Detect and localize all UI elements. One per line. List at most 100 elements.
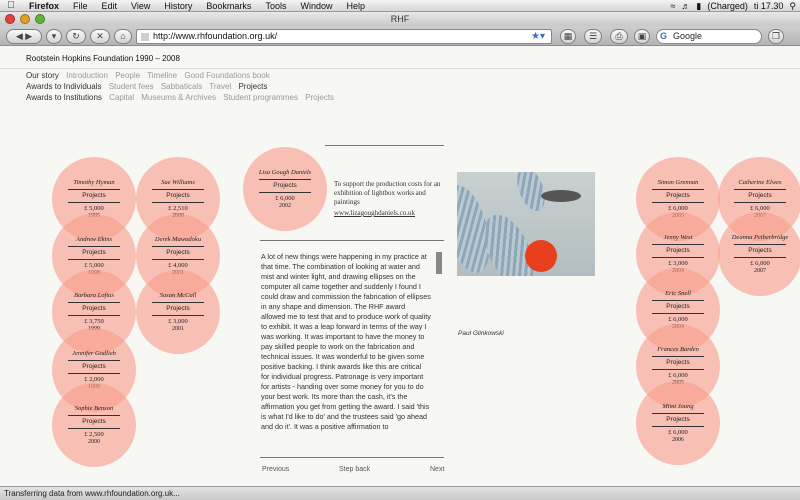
circle-rule	[68, 373, 120, 374]
nav-timeline[interactable]: Timeline	[147, 71, 177, 80]
recipient-name: Catherine Elwes	[738, 179, 782, 186]
award-type: Projects	[166, 192, 190, 199]
recipient-name: Derek Mawudoku	[154, 236, 202, 243]
extension-button-1[interactable]: ▦	[560, 29, 576, 44]
menu-window[interactable]: Window	[293, 1, 339, 11]
circle-rule	[734, 202, 786, 203]
filter-icon: ☰	[588, 31, 598, 41]
menubar-extras: ≈ ♬ ▮ (Charged) ti 17.30 ⚲	[670, 0, 796, 12]
zoom-window-button[interactable]	[35, 14, 45, 24]
circle-rule	[68, 246, 120, 247]
circle-rule	[652, 426, 704, 427]
extension-button-2[interactable]: ☰	[584, 29, 602, 44]
nav-good-foundations-book[interactable]: Good Foundations book	[184, 71, 269, 80]
apple-icon[interactable]: 	[0, 0, 22, 11]
address-bar[interactable]: http://www.rhfoundation.org.uk/ ★▾	[136, 29, 552, 44]
testimonial-text: A lot of new things were happening in my…	[261, 252, 431, 431]
nav-awards-individuals[interactable]: Awards to Individuals	[26, 82, 101, 91]
menu-bookmarks[interactable]: Bookmarks	[199, 1, 258, 11]
circle-rule	[152, 259, 204, 260]
print-button[interactable]: ⎙	[610, 29, 628, 44]
next-link[interactable]: Next	[430, 466, 444, 473]
battery-icon[interactable]: ▮	[696, 1, 701, 12]
nav-student-fees[interactable]: Student fees	[109, 82, 154, 91]
tabs-button[interactable]: ❐	[768, 29, 784, 44]
recipient-name: Simon Grennan	[657, 179, 699, 186]
award-type: Projects	[82, 249, 106, 256]
step-back-link[interactable]: Step back	[339, 466, 370, 473]
award-circle[interactable]: Mimi Joung Projects £ 6,000 2006	[636, 381, 720, 465]
award-circle[interactable]: Susan McCall Projects £ 3,000 2001	[136, 270, 220, 354]
google-icon[interactable]: G	[660, 30, 667, 43]
award-type: Projects	[166, 305, 190, 312]
nav-travel[interactable]: Travel	[209, 82, 231, 91]
award-amount: £ 2,500	[84, 431, 104, 438]
circle-rule	[68, 415, 120, 416]
menu-edit[interactable]: Edit	[95, 1, 125, 11]
circle-rule	[652, 369, 704, 370]
recipient-name: Barbara Loftus	[74, 292, 114, 299]
menu-history[interactable]: History	[157, 1, 199, 11]
award-amount: £ 6,000	[668, 205, 688, 212]
recipient-name: Eric Snell	[665, 290, 691, 297]
award-type: Projects	[82, 305, 106, 312]
artist-website-link[interactable]: www.lizagoughdaniels.co.uk	[334, 209, 415, 217]
spotlight-icon[interactable]: ⚲	[789, 1, 796, 12]
menu-help[interactable]: Help	[339, 1, 372, 11]
previous-link[interactable]: Previous	[262, 466, 289, 473]
nav-institution-projects[interactable]: Projects	[305, 93, 334, 102]
nav-introduction[interactable]: Introduction	[66, 71, 108, 80]
award-amount: £ 6,000	[750, 205, 770, 212]
reload-button[interactable]: ↻	[66, 29, 86, 44]
back-forward-buttons[interactable]: ◀ ▶	[6, 29, 42, 44]
menu-tools[interactable]: Tools	[258, 1, 293, 11]
award-year: 2001	[172, 326, 184, 332]
award-circle[interactable]: Sophie Benson Projects £ 2,500 2000	[52, 383, 136, 467]
circle-rule	[652, 189, 704, 190]
minimize-window-button[interactable]	[20, 14, 30, 24]
circle-rule	[734, 244, 786, 245]
recipient-name: Jenny West	[663, 234, 693, 241]
circle-rule	[68, 302, 120, 303]
stop-button[interactable]: ✕	[90, 29, 110, 44]
nav-capital[interactable]: Capital	[109, 93, 134, 102]
award-circle[interactable]: Deanna Petherbridge Projects £ 6,000 2007	[718, 212, 800, 296]
menu-app[interactable]: Firefox	[22, 1, 66, 11]
header-divider	[0, 68, 800, 69]
battery-status: (Charged)	[707, 1, 748, 11]
nav-museums-archives[interactable]: Museums & Archives	[141, 93, 216, 102]
nav-sabbaticals[interactable]: Sabbaticals	[161, 82, 202, 91]
award-amount: £ 5,000	[84, 262, 104, 269]
forward-icon[interactable]: ▶	[25, 31, 32, 41]
circle-rule	[152, 315, 204, 316]
bookmark-star-icon[interactable]: ★▾	[531, 30, 545, 43]
menu-view[interactable]: View	[124, 1, 157, 11]
text-scrollbar[interactable]	[436, 252, 442, 274]
close-window-button[interactable]	[5, 14, 15, 24]
menu-file[interactable]: File	[66, 1, 95, 11]
circle-rule	[259, 192, 311, 193]
nav-row-our-story: Our story Introduction People Timeline G…	[26, 71, 275, 80]
award-amount: £ 5,000	[84, 205, 104, 212]
circle-rule	[652, 202, 704, 203]
extension-button-3[interactable]: ▣	[634, 29, 650, 44]
nav-our-story[interactable]: Our story	[26, 71, 59, 80]
history-dropdown-button[interactable]: ▾	[46, 29, 62, 44]
volume-icon[interactable]: ♬	[681, 1, 690, 11]
circle-rule	[68, 259, 120, 260]
nav-people[interactable]: People	[115, 71, 140, 80]
window-title: RHF	[390, 14, 410, 24]
award-year: 2000	[88, 439, 100, 445]
site-title[interactable]: Rootstein Hopkins Foundation 1990 – 2008	[26, 54, 180, 63]
wifi-icon[interactable]: ≈	[670, 1, 675, 11]
clock[interactable]: ti 17.30	[754, 1, 784, 11]
award-type: Projects	[666, 359, 690, 366]
nav-student-programmes[interactable]: Student programmes	[223, 93, 298, 102]
home-button[interactable]: ⌂	[114, 29, 132, 44]
nav-awards-institutions[interactable]: Awards to Institutions	[26, 93, 102, 102]
search-box[interactable]: G Google	[656, 29, 762, 44]
back-icon[interactable]: ◀	[16, 31, 23, 41]
circle-rule	[152, 246, 204, 247]
award-circle[interactable]: Lisa Gough Daniels Projects £ 6,000 2002	[243, 147, 327, 231]
nav-projects-current[interactable]: Projects	[238, 82, 267, 91]
